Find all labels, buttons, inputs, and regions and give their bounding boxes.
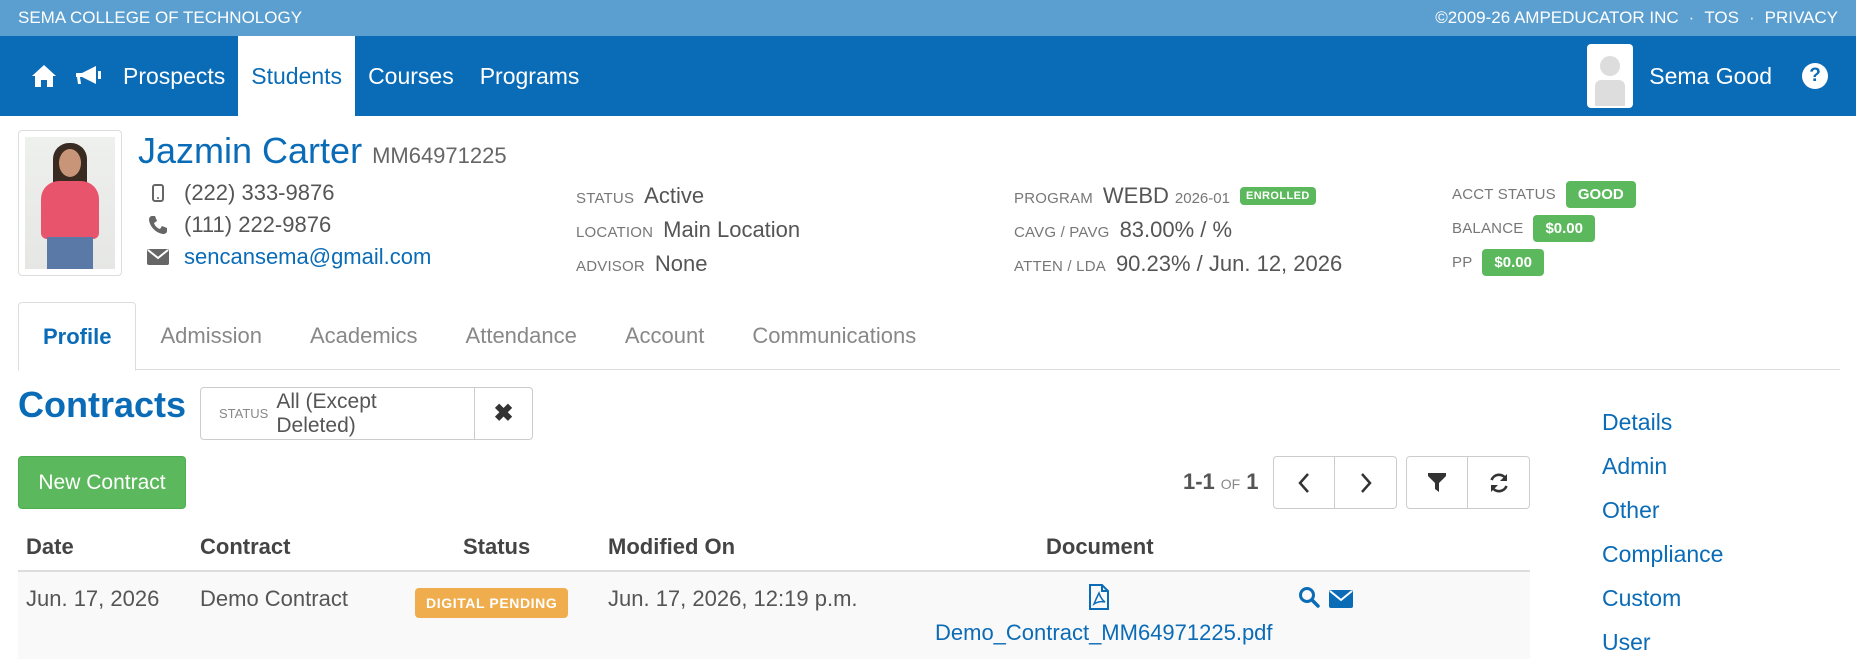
cavg-value: 83.00% / % bbox=[1119, 217, 1233, 242]
email-link[interactable]: sencansema@gmail.com bbox=[184, 244, 431, 270]
attendance-value: 90.23% / Jun. 12, 2026 bbox=[1115, 251, 1343, 276]
tab-profile[interactable]: Profile bbox=[18, 302, 137, 371]
email-row: sencansema@gmail.com bbox=[146, 244, 431, 270]
refresh-button[interactable] bbox=[1468, 456, 1530, 509]
side-nav-other[interactable]: Other bbox=[1602, 488, 1723, 532]
cavg-info: CAVG / PAVG 83.00% / % bbox=[1014, 217, 1233, 242]
separator: · bbox=[1688, 8, 1695, 27]
tos-link[interactable]: TOS bbox=[1704, 8, 1739, 28]
row-date: Jun. 17, 2026 bbox=[26, 586, 160, 611]
side-nav-user[interactable]: User bbox=[1602, 620, 1723, 664]
copyright: ©2009-26 AMPEDUCATOR INC bbox=[1435, 8, 1679, 27]
side-nav-admin[interactable]: Admin bbox=[1602, 444, 1723, 488]
envelope-icon[interactable] bbox=[1329, 588, 1353, 614]
privacy-link[interactable]: PRIVACY bbox=[1765, 8, 1838, 28]
pager-count: 1-1 OF 1 bbox=[1183, 469, 1259, 494]
chevron-left-icon bbox=[1298, 472, 1309, 493]
status-filter-value: All (Except Deleted) bbox=[276, 389, 377, 437]
prev-page-button[interactable] bbox=[1273, 456, 1335, 509]
mobile-icon bbox=[146, 184, 170, 202]
student-name-line: Jazmin Carter MM64971225 bbox=[138, 130, 507, 172]
separator: · bbox=[1748, 8, 1755, 27]
tab-admission[interactable]: Admission bbox=[136, 302, 285, 370]
pager-buttons bbox=[1273, 456, 1397, 509]
status-info: STATUS Active bbox=[576, 183, 705, 208]
contracts-title: Contracts bbox=[18, 384, 187, 425]
location-value: Main Location bbox=[663, 217, 801, 242]
document-link[interactable]: Demo_Contract_MM64971225.pdf bbox=[935, 620, 1273, 646]
chevron-right-icon bbox=[1360, 472, 1372, 493]
bullhorn-icon[interactable] bbox=[66, 36, 110, 116]
avatar bbox=[1587, 44, 1634, 108]
pp-info: PP $0.00 bbox=[1452, 249, 1544, 276]
program-info: PROGRAM WEBD 2026-01 ENROLLED bbox=[1014, 183, 1316, 209]
student-name: Jazmin Carter bbox=[138, 130, 363, 171]
acct-status-info: ACCT STATUS GOOD bbox=[1452, 181, 1636, 208]
envelope-icon bbox=[146, 249, 170, 265]
tab-account[interactable]: Account bbox=[601, 302, 729, 370]
phone-number: (111) 222-9876 bbox=[184, 212, 332, 237]
column-contract[interactable]: Contract bbox=[200, 534, 290, 560]
top-bar: SEMA COLLEGE OF TECHNOLOGY ©2009-26 AMPE… bbox=[0, 0, 1856, 36]
tab-attendance[interactable]: Attendance bbox=[442, 302, 601, 370]
main-navbar: Prospects Students Courses Programs Sema… bbox=[0, 36, 1856, 116]
column-status[interactable]: Status bbox=[463, 534, 530, 560]
location-info: LOCATION Main Location bbox=[576, 217, 801, 242]
status-filter-select[interactable]: STATUS All (Except Deleted) bbox=[200, 387, 475, 440]
phone-icon bbox=[146, 215, 170, 235]
pp-badge: $0.00 bbox=[1482, 249, 1544, 276]
new-contract-button[interactable]: New Contract bbox=[18, 456, 186, 509]
user-menu[interactable]: Sema Good ? bbox=[1587, 44, 1856, 108]
nav-prospects[interactable]: Prospects bbox=[110, 36, 238, 116]
top-bar-links: ©2009-26 AMPEDUCATOR INC · TOS · PRIVACY bbox=[1435, 8, 1838, 28]
table-header: Date Contract Status Modified On Documen… bbox=[18, 526, 1530, 572]
search-icon[interactable] bbox=[1298, 586, 1320, 614]
pdf-icon[interactable] bbox=[1088, 584, 1110, 616]
status-value: Active bbox=[644, 183, 705, 208]
acct-status-badge: GOOD bbox=[1565, 181, 1636, 208]
home-icon[interactable] bbox=[22, 36, 66, 116]
side-nav-details[interactable]: Details bbox=[1602, 400, 1723, 444]
tab-communications[interactable]: Communications bbox=[728, 302, 940, 370]
row-modified-on: Jun. 17, 2026, 12:19 p.m. bbox=[608, 586, 858, 611]
advisor-info: ADVISOR None bbox=[576, 251, 708, 276]
student-tabs: Profile Admission Academics Attendance A… bbox=[18, 302, 1840, 371]
user-name: Sema Good bbox=[1649, 62, 1772, 89]
phone-row: (111) 222-9876 bbox=[146, 212, 331, 238]
clear-filter-button[interactable]: ✖ bbox=[475, 387, 533, 440]
column-modified-on[interactable]: Modified On bbox=[608, 534, 735, 560]
nav-students[interactable]: Students bbox=[238, 36, 356, 116]
advisor-value: None bbox=[654, 251, 708, 276]
column-document[interactable]: Document bbox=[1046, 534, 1154, 560]
help-icon[interactable]: ? bbox=[1802, 63, 1828, 89]
school-name: SEMA COLLEGE OF TECHNOLOGY bbox=[18, 8, 303, 27]
tab-academics[interactable]: Academics bbox=[286, 302, 442, 370]
status-filter: STATUS All (Except Deleted) ✖ bbox=[200, 387, 533, 440]
filter-button[interactable] bbox=[1406, 456, 1468, 509]
nav-courses[interactable]: Courses bbox=[355, 36, 467, 116]
table-row: Jun. 17, 2026 Demo Contract DIGITAL PEND… bbox=[18, 572, 1530, 659]
filter-icon bbox=[1428, 472, 1446, 492]
table-tools bbox=[1406, 456, 1530, 509]
side-nav-custom[interactable]: Custom bbox=[1602, 576, 1723, 620]
nav-programs[interactable]: Programs bbox=[467, 36, 593, 116]
refresh-icon bbox=[1489, 473, 1508, 492]
side-nav: Details Admin Other Compliance Custom Us… bbox=[1602, 400, 1723, 664]
status-badge: DIGITAL PENDING bbox=[415, 588, 569, 618]
enrolled-badge: ENROLLED bbox=[1239, 187, 1316, 205]
student-id: MM64971225 bbox=[372, 143, 507, 168]
row-contract: Demo Contract bbox=[200, 586, 348, 611]
mobile-row: (222) 333-9876 bbox=[146, 180, 334, 206]
contracts-table: Date Contract Status Modified On Documen… bbox=[18, 526, 1530, 659]
program-value: WEBD bbox=[1102, 183, 1169, 208]
next-page-button[interactable] bbox=[1335, 456, 1397, 509]
mobile-number: (222) 333-9876 bbox=[184, 180, 335, 205]
balance-badge: $0.00 bbox=[1533, 215, 1595, 242]
student-photo bbox=[18, 130, 122, 276]
attendance-info: ATTEN / LDA 90.23% / Jun. 12, 2026 bbox=[1014, 251, 1343, 276]
column-date[interactable]: Date bbox=[26, 534, 74, 560]
balance-info: BALANCE $0.00 bbox=[1452, 215, 1595, 242]
program-term: 2026-01 bbox=[1174, 190, 1230, 207]
side-nav-compliance[interactable]: Compliance bbox=[1602, 532, 1723, 576]
